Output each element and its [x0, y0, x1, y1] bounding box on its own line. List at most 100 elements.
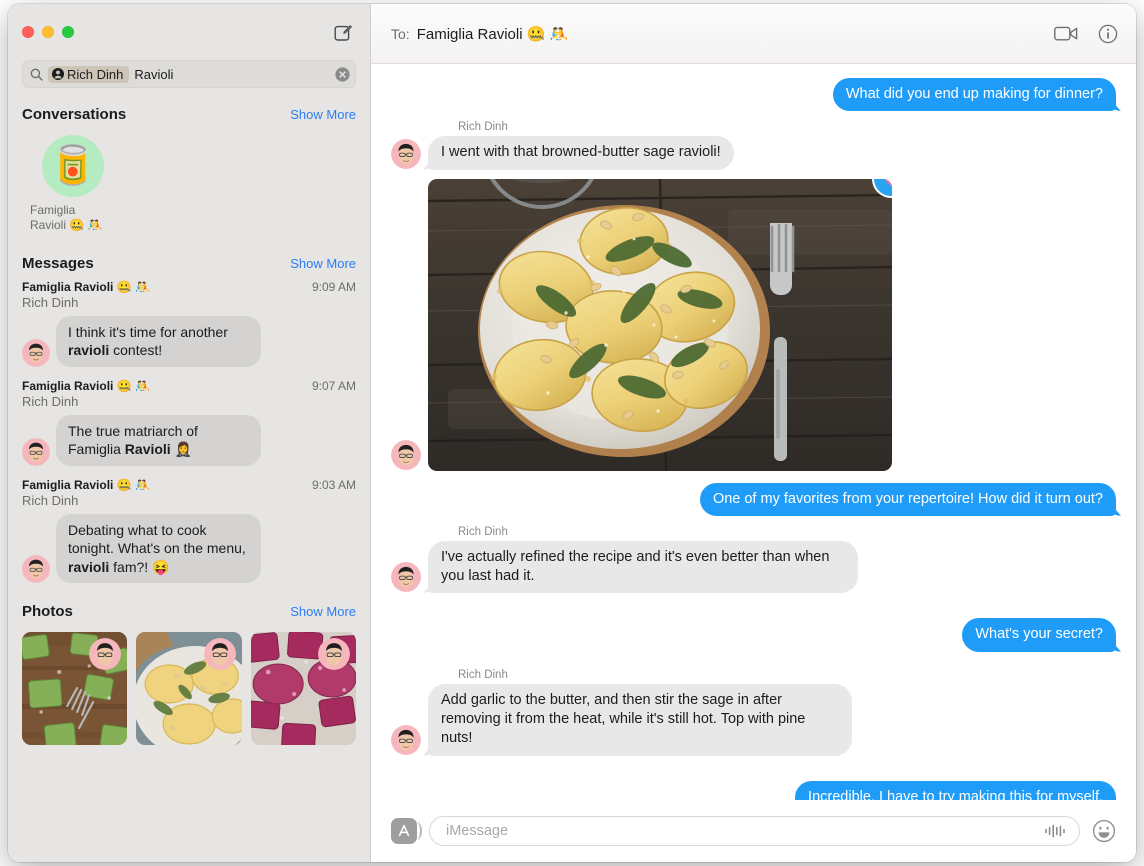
photo-thumbnail-1[interactable] — [22, 632, 128, 746]
sidebar-results: Conversations Show More 🥫 Famiglia Ravio… — [8, 100, 370, 862]
photo-thumbnail-3[interactable] — [250, 632, 356, 746]
message-image-attachment[interactable] — [428, 178, 892, 471]
imessage-input[interactable]: iMessage — [429, 816, 1080, 846]
photos-results — [8, 626, 370, 746]
message-sender-label: Rich Dinh — [458, 525, 508, 538]
message-result-time: 9:09 AM — [311, 280, 356, 294]
photos-show-more[interactable]: Show More — [290, 604, 356, 619]
photo-thumbnail-2[interactable] — [136, 632, 242, 746]
message-bubble-incoming[interactable]: Add garlic to the butter, and then stir … — [428, 683, 852, 756]
avatar — [22, 437, 50, 466]
message-result-time: 9:07 AM — [311, 378, 356, 393]
close-window-button[interactable] — [22, 26, 34, 38]
message-text-after: 🤵‍♀️ — [170, 441, 193, 458]
message-bubble-outgoing[interactable]: Incredible. I have to try making this fo… — [795, 780, 1116, 800]
info-circle-icon[interactable] — [1098, 24, 1118, 44]
message-row-incoming: Add garlic to the butter, and then stir … — [391, 683, 1116, 756]
message-text-match: Ravioli — [124, 441, 171, 458]
search-token-contact[interactable]: Rich Dinh — [48, 65, 130, 83]
recipient-name[interactable]: Famiglia Ravioli 🤐 🤼 — [417, 25, 569, 43]
message-result-meta: Famiglia Ravioli 🤐 🤼 9:03 AM — [22, 478, 356, 492]
zoom-window-button[interactable] — [62, 26, 74, 38]
photos-title: Photos — [22, 603, 73, 621]
conversation-name-line2: Ravioli 🤐 🤼 — [30, 218, 103, 232]
message-result-sender: Rich Dinh — [22, 393, 79, 409]
message-text-before: I think it's time for another — [68, 324, 228, 340]
message-text-match: ravioli — [68, 558, 110, 575]
messages-show-more[interactable]: Show More — [290, 256, 356, 271]
search-container: Rich Dinh Ravioli — [8, 60, 370, 100]
photos-section-header: Photos Show More — [8, 593, 370, 626]
message-text-before: Debating what to cook tonight. What's on… — [68, 521, 246, 557]
message-row-outgoing: Incredible. I have to try making this fo… — [391, 780, 1116, 800]
message-bubble-outgoing[interactable]: One of my favorites from your repertoire… — [699, 482, 1116, 516]
message-bubble-outgoing[interactable]: What did you end up making for dinner? — [832, 78, 1116, 112]
message-text-after: fam?! 😝 — [109, 558, 170, 575]
app-store-icon[interactable] — [391, 818, 422, 844]
message-result-bubble-row: Debating what to cook tonight. What's on… — [22, 513, 356, 584]
messages-window: Rich Dinh Ravioli Conversations Show Mor… — [8, 4, 1136, 862]
message-result-text: Debating what to cook tonight. What's on… — [56, 513, 261, 584]
messages-section-header: Messages Show More — [8, 245, 370, 278]
avatar — [22, 555, 50, 584]
message-result-time: 9:03 AM — [311, 477, 356, 492]
message-bubble-incoming[interactable]: I've actually refined the recipe and it'… — [428, 540, 858, 594]
audio-waveform-icon[interactable] — [1043, 823, 1069, 839]
search-query-text: Ravioli — [134, 66, 174, 82]
message-result-conversation: Famiglia Ravioli 🤐 🤼 — [22, 280, 150, 294]
smiley-face-icon[interactable] — [1092, 819, 1118, 843]
avatar[interactable] — [391, 724, 421, 755]
message-result-bubble-row: The true matriarch of Famiglia Ravioli 🤵… — [22, 414, 356, 466]
message-row-outgoing: What did you end up making for dinner? — [391, 78, 1116, 112]
message-sender-label: Rich Dinh — [458, 121, 508, 134]
conversation-header: To: Famiglia Ravioli 🤐 🤼 — [371, 4, 1136, 64]
sidebar: Rich Dinh Ravioli Conversations Show Mor… — [8, 4, 371, 862]
search-icon — [30, 68, 43, 81]
compose-bar: iMessage — [371, 800, 1136, 862]
message-result-1[interactable]: Famiglia Ravioli 🤐 🤼 9:09 AM Rich Dinh I… — [8, 278, 370, 377]
person-circle-icon — [52, 68, 64, 80]
message-row-incoming: I went with that browned-butter sage rav… — [391, 136, 1116, 170]
avatar — [22, 338, 50, 367]
conversations-show-more[interactable]: Show More — [290, 107, 356, 122]
message-result-sender: Rich Dinh — [22, 492, 79, 508]
conversation-name-line1: Famiglia — [30, 203, 76, 217]
message-result-conversation: Famiglia Ravioli 🤐 🤼 — [22, 477, 150, 492]
to-label: To: — [391, 25, 410, 42]
avatar[interactable] — [391, 562, 421, 593]
conversation-pane: To: Famiglia Ravioli 🤐 🤼 What did you en… — [371, 4, 1136, 862]
avatar[interactable] — [391, 138, 421, 169]
message-sender-label: Rich Dinh — [458, 668, 508, 681]
message-row-outgoing: One of my favorites from your repertoire… — [391, 482, 1116, 516]
message-result-text: I think it's time for another ravioli co… — [56, 316, 261, 367]
message-text-match: ravioli — [68, 342, 110, 359]
message-bubble-incoming[interactable]: I went with that browned-butter sage rav… — [428, 136, 734, 170]
message-row-image — [391, 178, 1116, 471]
message-result-text: The true matriarch of Famiglia Ravioli 🤵… — [56, 414, 261, 466]
conversations-title: Conversations — [22, 106, 127, 123]
search-token-label: Rich Dinh — [67, 66, 124, 82]
conversation-result-famiglia-ravioli[interactable]: 🥫 Famiglia Ravioli 🤐 🤼 — [30, 135, 116, 233]
video-camera-icon[interactable] — [1054, 25, 1078, 42]
conversation-avatar: 🥫 — [42, 135, 104, 197]
compose-icon[interactable] — [330, 19, 356, 45]
message-result-3[interactable]: Famiglia Ravioli 🤐 🤼 9:03 AM Rich Dinh D… — [8, 476, 370, 593]
message-thread[interactable]: What did you end up making for dinner? R… — [371, 64, 1136, 800]
header-actions — [1054, 24, 1118, 44]
sidebar-toolbar — [8, 4, 370, 60]
traffic-lights — [22, 26, 74, 38]
clear-search-button[interactable] — [335, 66, 350, 82]
message-row-incoming: I've actually refined the recipe and it'… — [391, 540, 1116, 594]
message-result-sender: Rich Dinh — [22, 295, 79, 310]
message-result-meta: Famiglia Ravioli 🤐 🤼 9:07 AM — [22, 379, 356, 393]
message-bubble-outgoing[interactable]: What's your secret? — [962, 618, 1116, 652]
message-result-2[interactable]: Famiglia Ravioli 🤐 🤼 9:07 AM Rich Dinh T… — [8, 377, 370, 476]
minimize-window-button[interactable] — [42, 26, 54, 38]
message-result-conversation: Famiglia Ravioli 🤐 🤼 — [22, 378, 150, 393]
conversations-results: 🥫 Famiglia Ravioli 🤐 🤼 — [8, 129, 370, 245]
message-result-meta: Famiglia Ravioli 🤐 🤼 9:09 AM — [22, 280, 356, 294]
avatar[interactable] — [391, 439, 421, 470]
conversation-name: Famiglia Ravioli 🤐 🤼 — [30, 203, 116, 233]
messages-title: Messages — [22, 255, 94, 272]
search-input[interactable]: Rich Dinh Ravioli — [22, 60, 356, 88]
